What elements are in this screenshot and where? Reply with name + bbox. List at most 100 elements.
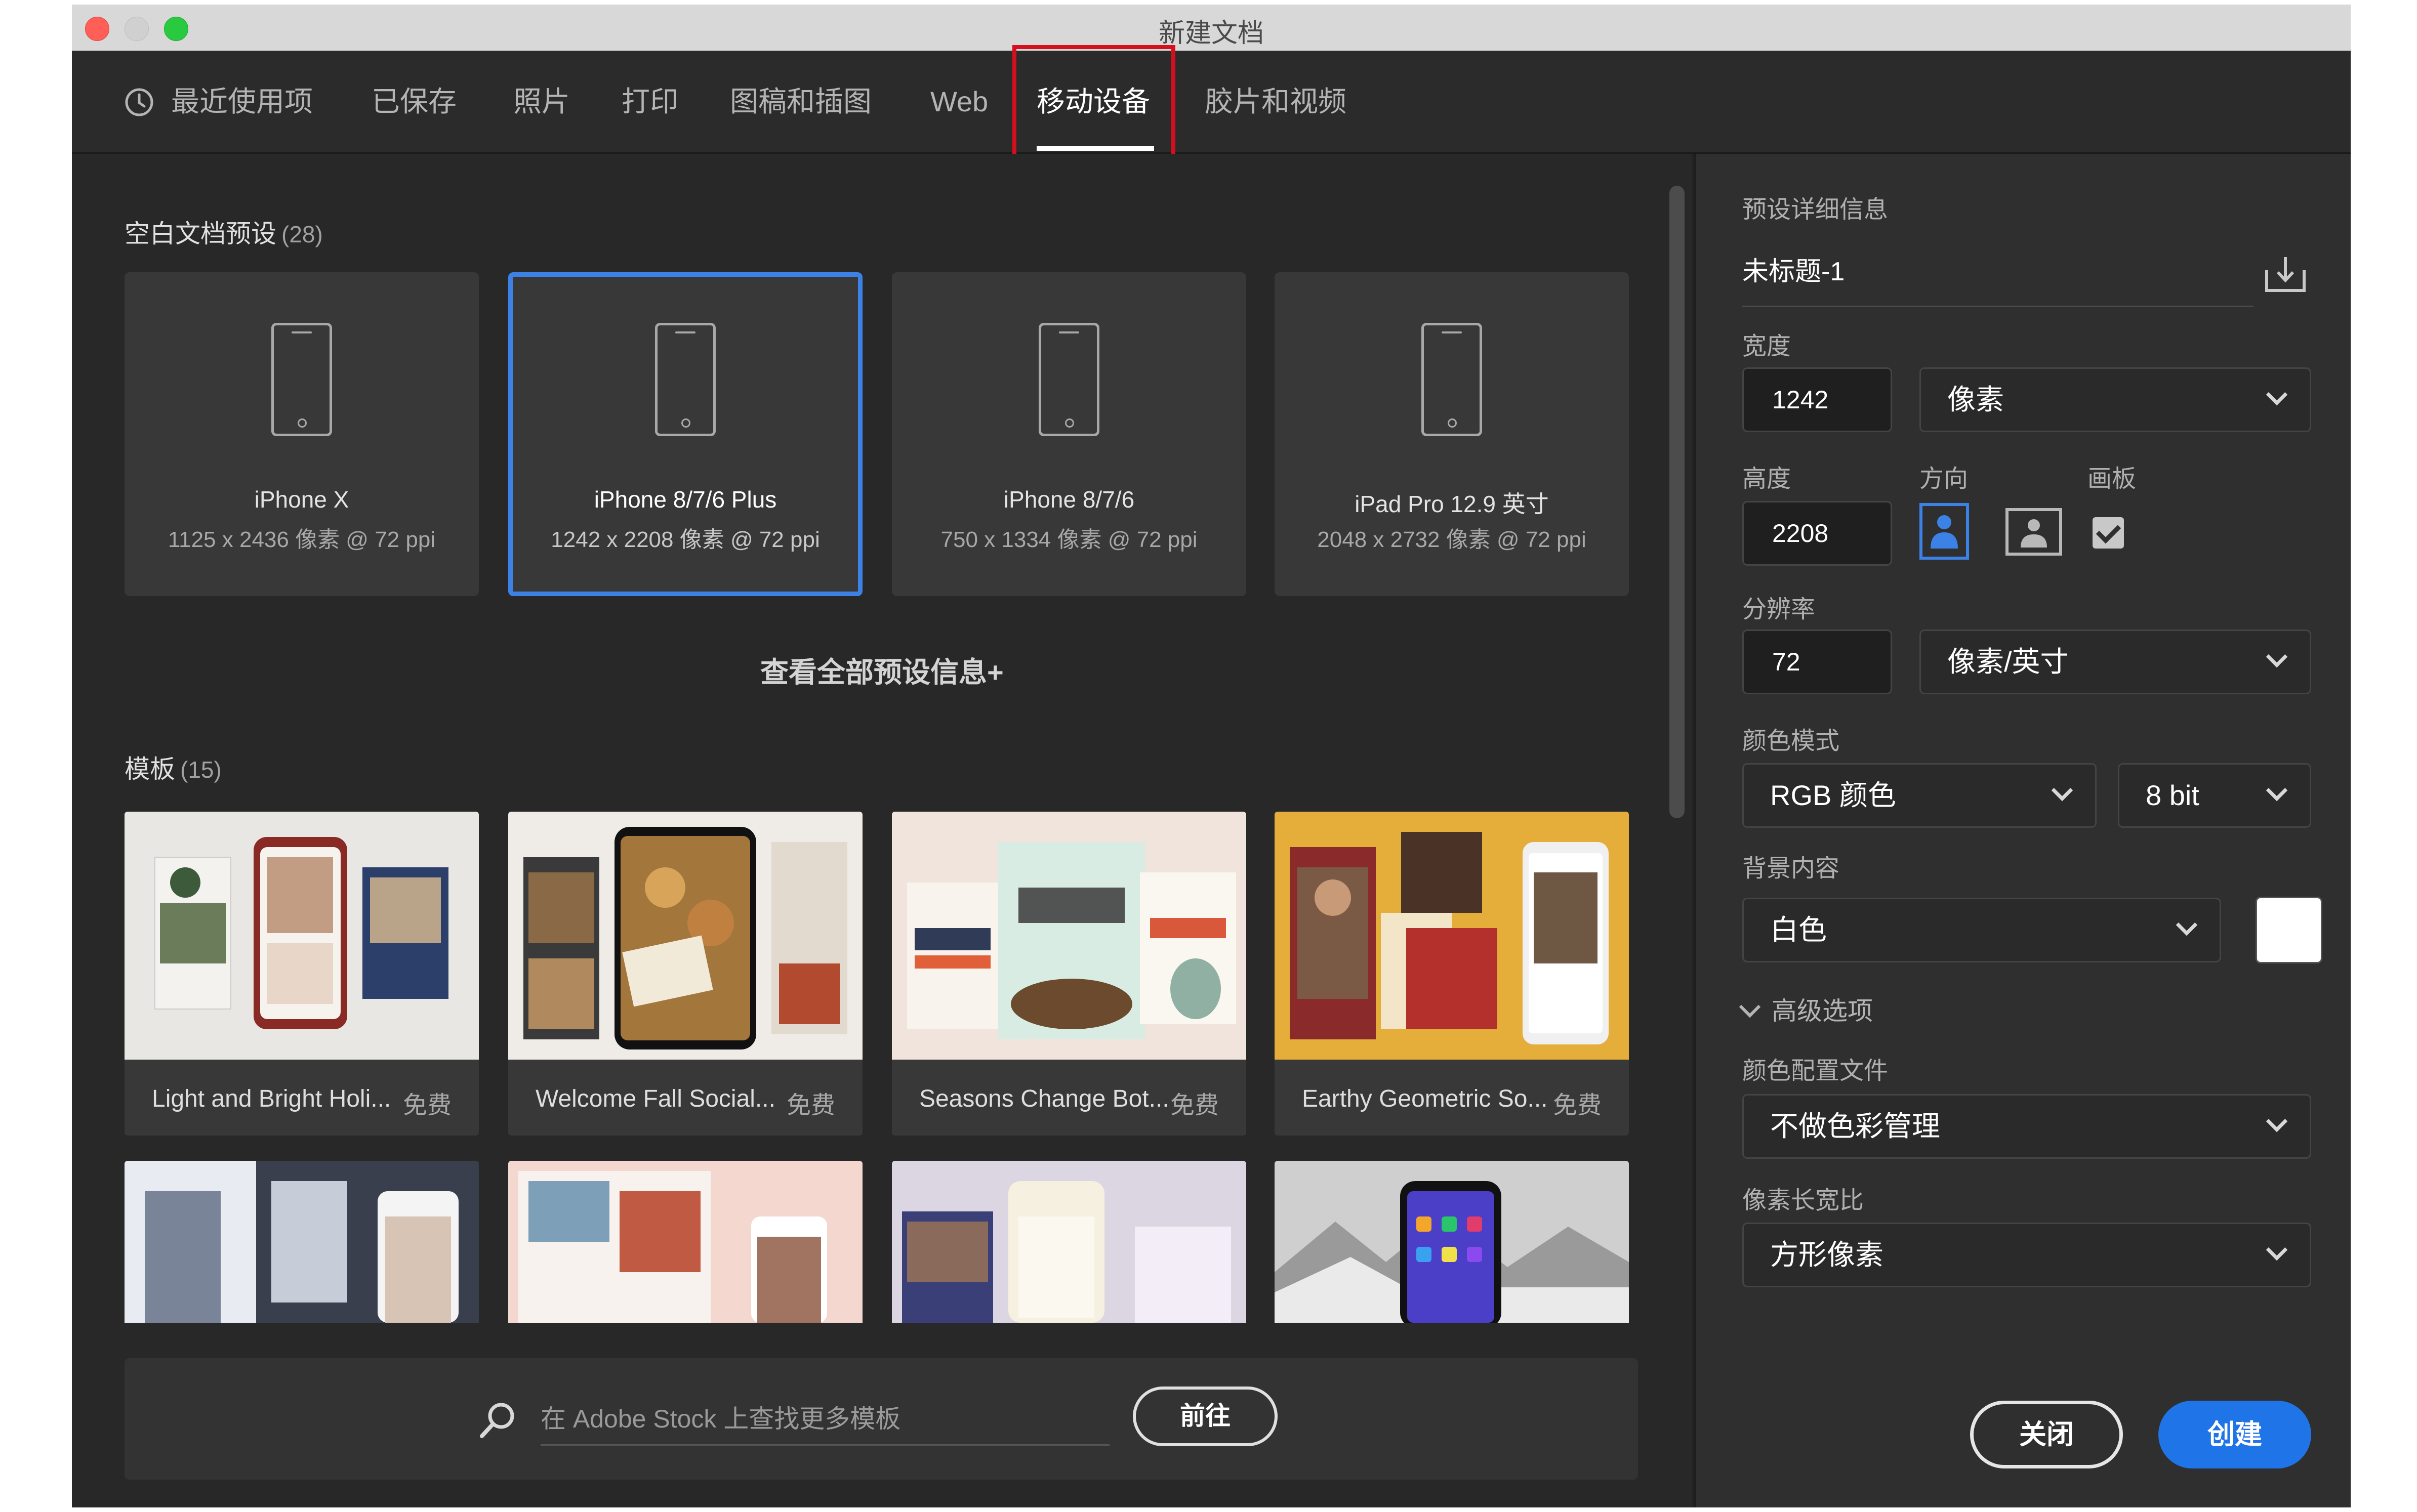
template-thumbnail-partial[interactable] — [125, 1161, 479, 1323]
templates-title: 模板 — [125, 755, 175, 783]
preset-card[interactable]: iPhone X 1125 x 2436 像素 @ 72 ppi — [125, 272, 479, 596]
chevron-down-icon — [2051, 779, 2073, 802]
document-name-underline — [1742, 306, 2254, 307]
search-icon — [480, 1403, 514, 1438]
tab-recent[interactable]: 最近使用项 — [171, 81, 313, 122]
blank-presets-count: (28) — [281, 221, 323, 247]
presets-pane: 空白文档预设 (28) iPhone X 1125 x 2436 像素 @ 72 … — [72, 154, 1692, 1507]
template-thumbnail-partial[interactable] — [1275, 1161, 1629, 1323]
template-thumbnail — [1275, 812, 1629, 1060]
active-tab-indicator — [1037, 146, 1154, 151]
width-input[interactable]: 1242 — [1742, 367, 1892, 432]
height-label: 高度 — [1742, 466, 1791, 492]
preset-card-selected[interactable]: iPhone 8/7/6 Plus 1242 x 2208 像素 @ 72 pp… — [508, 272, 863, 596]
chevron-down-icon — [2266, 384, 2288, 406]
preset-name: iPad Pro 12.9 英寸 — [1355, 491, 1549, 517]
tab-photo[interactable]: 照片 — [513, 81, 570, 122]
blank-presets-heading: 空白文档预设 (28) — [125, 214, 323, 250]
height-input[interactable]: 2208 — [1742, 501, 1892, 566]
portrait-orientation-button[interactable] — [1919, 503, 1969, 560]
preset-card[interactable]: iPhone 8/7/6 750 x 1334 像素 @ 72 ppi — [892, 272, 1246, 596]
chevron-down-icon — [2176, 914, 2198, 936]
tab-film-video[interactable]: 胶片和视频 — [1205, 81, 1346, 122]
go-button[interactable]: 前往 — [1133, 1387, 1278, 1446]
template-card[interactable]: Earthy Geometric So... 免费 — [1275, 812, 1629, 1136]
template-card[interactable]: Seasons Change Bot... 免费 — [892, 812, 1246, 1136]
category-tab-bar: 最近使用项 已保存 照片 打印 图稿和插图 Web 移动设备 胶片和视频 — [72, 51, 2351, 154]
width-unit-value: 像素 — [1947, 384, 2004, 415]
preset-dimensions: 1125 x 2436 像素 @ 72 ppi — [168, 527, 436, 552]
blank-presets-title: 空白文档预设 — [125, 220, 276, 248]
view-all-presets-link[interactable]: 查看全部预设信息+ — [760, 650, 1004, 691]
resolution-unit-select[interactable]: 像素/英寸 — [1919, 629, 2311, 694]
background-color-swatch[interactable] — [2256, 897, 2322, 963]
tab-art-illustration[interactable]: 图稿和插图 — [730, 81, 872, 122]
preset-details-title: 预设详细信息 — [1742, 196, 1889, 223]
resolution-input[interactable]: 72 — [1742, 629, 1892, 694]
tab-print[interactable]: 打印 — [622, 81, 678, 122]
template-name: Earthy Geometric So... — [1302, 1085, 1548, 1112]
templates-heading: 模板 (15) — [125, 749, 222, 785]
window-title: 新建文档 — [1158, 19, 1264, 48]
pixel-aspect-label: 像素长宽比 — [1742, 1187, 1864, 1214]
color-profile-select[interactable]: 不做色彩管理 — [1742, 1094, 2311, 1159]
pixel-aspect-select[interactable]: 方形像素 — [1742, 1223, 2311, 1287]
background-select[interactable]: 白色 — [1742, 898, 2221, 962]
phone-icon — [271, 323, 332, 436]
template-thumbnail — [508, 812, 863, 1060]
template-price: 免费 — [402, 1092, 452, 1119]
template-name: Light and Bright Holi... — [152, 1085, 391, 1112]
advanced-options-label: 高级选项 — [1772, 997, 1873, 1025]
bit-depth-value: 8 bit — [2146, 779, 2199, 811]
preset-dimensions: 750 x 1334 像素 @ 72 ppi — [940, 527, 1198, 552]
tab-saved[interactable]: 已保存 — [372, 81, 457, 122]
title-bar: 新建文档 — [72, 5, 2351, 51]
width-label: 宽度 — [1742, 333, 1791, 360]
color-mode-label: 颜色模式 — [1742, 728, 1840, 754]
close-button[interactable]: 关闭 — [1970, 1401, 2123, 1468]
template-name: Welcome Fall Social... — [536, 1085, 775, 1112]
width-unit-select[interactable]: 像素 — [1919, 367, 2311, 432]
preset-name: iPhone X — [254, 486, 349, 513]
artboard-checkbox[interactable] — [2093, 517, 2124, 549]
color-profile-value: 不做色彩管理 — [1770, 1110, 1940, 1142]
preset-name: iPhone 8/7/6 Plus — [594, 486, 777, 513]
resolution-unit-value: 像素/英寸 — [1947, 646, 2069, 678]
pixel-aspect-value: 方形像素 — [1770, 1239, 1883, 1271]
orientation-label: 方向 — [1919, 466, 1969, 492]
tablet-icon — [1421, 323, 1482, 436]
landscape-orientation-button[interactable] — [2005, 508, 2062, 556]
preset-details-pane: 预设详细信息 未标题-1 宽度 1242 像素 高度 方向 画板 2208 分辨… — [1694, 154, 2351, 1507]
phone-icon — [1039, 323, 1099, 436]
phone-icon — [655, 323, 716, 436]
resolution-label: 分辨率 — [1742, 596, 1816, 623]
save-preset-icon[interactable] — [2263, 254, 2308, 295]
template-card[interactable]: Light and Bright Holi... 免费 — [125, 812, 479, 1136]
chevron-down-icon — [2266, 646, 2288, 668]
preset-card[interactable]: iPad Pro 12.9 英寸 2048 x 2732 像素 @ 72 ppi — [1275, 272, 1629, 596]
presets-scrollbar-thumb[interactable] — [1669, 186, 1685, 818]
color-mode-select[interactable]: RGB 颜色 — [1742, 763, 2097, 828]
advanced-options-toggle[interactable]: 高级选项 — [1739, 991, 1873, 1027]
background-value: 白色 — [1770, 914, 1827, 946]
template-name: Seasons Change Bot... — [919, 1085, 1169, 1112]
template-thumbnail-partial[interactable] — [508, 1161, 863, 1323]
document-name-field[interactable]: 未标题-1 — [1742, 250, 1845, 288]
preset-dimensions: 2048 x 2732 像素 @ 72 ppi — [1317, 527, 1586, 552]
template-card[interactable]: Welcome Fall Social... 免费 — [508, 812, 863, 1136]
template-thumbnail-partial[interactable] — [892, 1161, 1246, 1323]
template-thumbnail — [892, 812, 1246, 1060]
template-thumbnail — [125, 812, 479, 1060]
bit-depth-select[interactable]: 8 bit — [2118, 763, 2311, 828]
stock-search-input[interactable]: 在 Adobe Stock 上查找更多模板 — [541, 1399, 1110, 1446]
chevron-down-icon — [2266, 1110, 2288, 1132]
create-button[interactable]: 创建 — [2158, 1401, 2311, 1468]
color-mode-value: RGB 颜色 — [1770, 779, 1896, 811]
tab-mobile[interactable]: 移动设备 — [1037, 81, 1150, 122]
tab-web[interactable]: Web — [930, 81, 988, 122]
chevron-down-icon — [2266, 1239, 2288, 1261]
new-document-dialog: 新建文档 最近使用项 已保存 照片 打印 图稿和插图 Web 移动设备 胶片和视… — [72, 5, 2351, 1507]
preset-name: iPhone 8/7/6 — [1003, 486, 1135, 513]
clock-icon — [125, 88, 153, 116]
artboard-label: 画板 — [2087, 466, 2137, 492]
